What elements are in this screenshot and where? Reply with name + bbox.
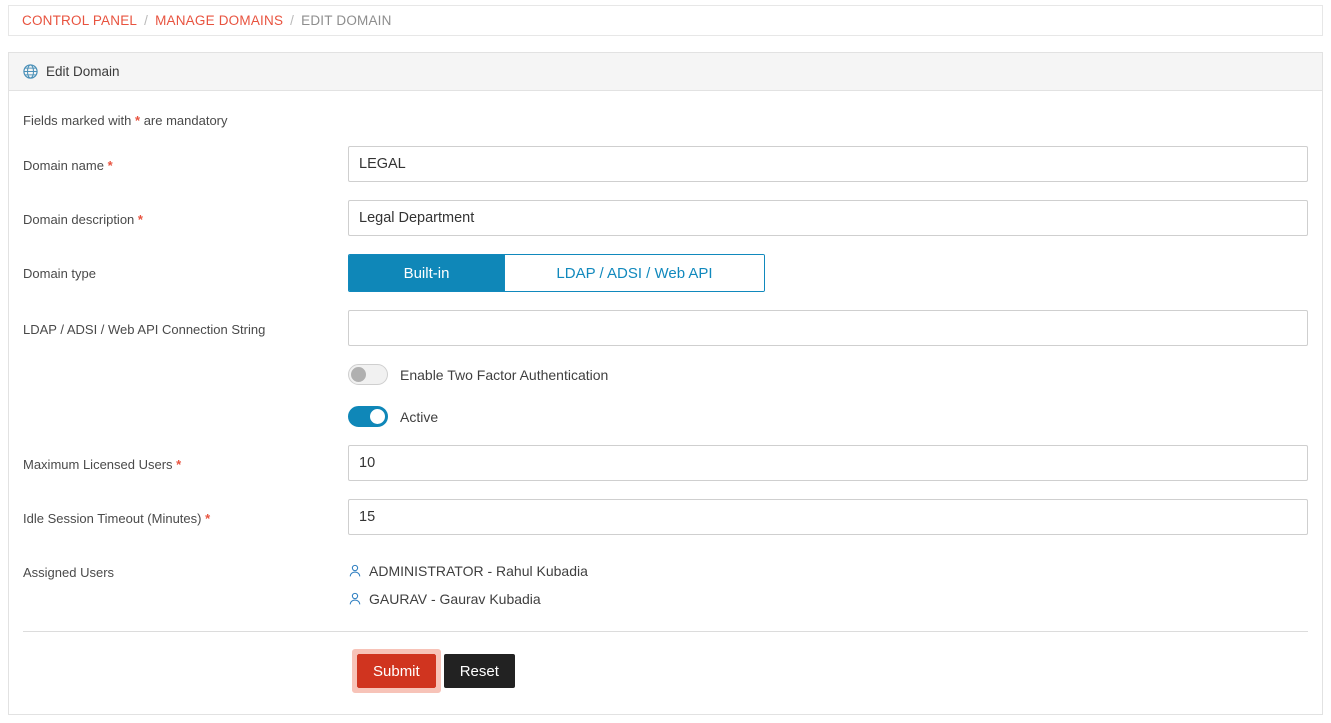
breadcrumb-separator: / xyxy=(290,13,294,28)
required-marker: * xyxy=(135,113,140,128)
domain-type-field-wrap: Built-in LDAP / ADSI / Web API xyxy=(348,254,1308,292)
required-marker: * xyxy=(138,212,143,227)
submit-button[interactable]: Submit xyxy=(357,654,436,688)
assigned-users-list: ADMINISTRATOR - Rahul Kubadia GAURAV - G… xyxy=(348,553,1308,613)
assigned-users-field-wrap: ADMINISTRATOR - Rahul Kubadia GAURAV - G… xyxy=(348,553,1308,613)
reset-button[interactable]: Reset xyxy=(444,654,515,688)
required-marker: * xyxy=(108,158,113,173)
assigned-user-name: GAURAV - Gaurav Kubadia xyxy=(369,591,541,607)
panel-title: Edit Domain xyxy=(46,64,120,79)
breadcrumb-separator: / xyxy=(144,13,148,28)
connection-string-input[interactable] xyxy=(348,310,1308,346)
active-toggle-label: Active xyxy=(400,409,438,425)
active-toggle[interactable] xyxy=(348,406,388,427)
active-toggle-row: Active xyxy=(348,406,1308,427)
assigned-users-label: Assigned Users xyxy=(23,553,348,582)
two-factor-toggle-row: Enable Two Factor Authentication xyxy=(348,364,1308,385)
idle-session-timeout-field-wrap xyxy=(348,499,1308,535)
toggle-knob xyxy=(370,409,385,424)
globe-icon xyxy=(23,64,38,79)
domain-name-label: Domain name * xyxy=(23,146,348,175)
max-licensed-users-label: Maximum Licensed Users * xyxy=(23,445,348,474)
mandatory-note-prefix: Fields marked with xyxy=(23,113,131,128)
required-marker: * xyxy=(205,511,210,526)
two-factor-toggle-label: Enable Two Factor Authentication xyxy=(400,367,608,383)
idle-session-timeout-label-text: Idle Session Timeout (Minutes) xyxy=(23,511,201,526)
form-actions: Submit Reset xyxy=(9,632,1322,693)
form-row-connection-string: LDAP / ADSI / Web API Connection String xyxy=(9,310,1322,346)
domain-type-segmented-control: Built-in LDAP / ADSI / Web API xyxy=(348,254,765,292)
domain-type-option-ldap[interactable]: LDAP / ADSI / Web API xyxy=(504,255,764,291)
list-item[interactable]: GAURAV - Gaurav Kubadia xyxy=(348,585,1308,613)
toggles-label-spacer xyxy=(23,364,348,375)
max-licensed-users-label-text: Maximum Licensed Users xyxy=(23,457,173,472)
max-licensed-users-field-wrap xyxy=(348,445,1308,481)
panel-body: Fields marked with * are mandatory Domai… xyxy=(9,91,1322,693)
form-row-domain-name: Domain name * xyxy=(9,146,1322,182)
mandatory-note-suffix: are mandatory xyxy=(144,113,228,128)
idle-session-timeout-label: Idle Session Timeout (Minutes) * xyxy=(23,499,348,528)
domain-description-input[interactable] xyxy=(348,200,1308,236)
required-marker: * xyxy=(176,457,181,472)
connection-string-field-wrap xyxy=(348,310,1308,346)
toggle-knob xyxy=(351,367,366,382)
mandatory-fields-note: Fields marked with * are mandatory xyxy=(9,91,1322,128)
breadcrumb-item-edit-domain: EDIT DOMAIN xyxy=(301,13,391,28)
domain-name-label-text: Domain name xyxy=(23,158,104,173)
form-row-assigned-users: Assigned Users ADMINISTRATOR - Rahul Kub… xyxy=(9,553,1322,613)
panel-header: Edit Domain xyxy=(9,53,1322,91)
form-row-max-licensed-users: Maximum Licensed Users * xyxy=(9,445,1322,481)
two-factor-toggle[interactable] xyxy=(348,364,388,385)
max-licensed-users-input[interactable] xyxy=(348,445,1308,481)
edit-domain-panel: Edit Domain Fields marked with * are man… xyxy=(8,52,1323,715)
user-icon xyxy=(348,592,362,606)
domain-type-option-built-in[interactable]: Built-in xyxy=(349,255,504,291)
list-item[interactable]: ADMINISTRATOR - Rahul Kubadia xyxy=(348,557,1308,585)
connection-string-label: LDAP / ADSI / Web API Connection String xyxy=(23,310,348,339)
breadcrumb: CONTROL PANEL / MANAGE DOMAINS / EDIT DO… xyxy=(8,5,1323,36)
domain-description-label-text: Domain description xyxy=(23,212,134,227)
idle-session-timeout-input[interactable] xyxy=(348,499,1308,535)
form-row-idle-session-timeout: Idle Session Timeout (Minutes) * xyxy=(9,499,1322,535)
form-row-toggles: Enable Two Factor Authentication Active xyxy=(9,364,1322,427)
domain-name-input[interactable] xyxy=(348,146,1308,182)
breadcrumb-item-control-panel[interactable]: CONTROL PANEL xyxy=(22,13,137,28)
form-row-domain-type: Domain type Built-in LDAP / ADSI / Web A… xyxy=(9,254,1322,292)
domain-type-label: Domain type xyxy=(23,254,348,283)
edit-domain-page: CONTROL PANEL / MANAGE DOMAINS / EDIT DO… xyxy=(0,0,1331,723)
domain-description-label: Domain description * xyxy=(23,200,348,229)
toggles-field-wrap: Enable Two Factor Authentication Active xyxy=(348,364,1308,427)
domain-name-field-wrap xyxy=(348,146,1308,182)
domain-description-field-wrap xyxy=(348,200,1308,236)
user-icon xyxy=(348,564,362,578)
form-row-domain-description: Domain description * xyxy=(9,200,1322,236)
assigned-user-name: ADMINISTRATOR - Rahul Kubadia xyxy=(369,563,588,579)
submit-button-focus-ring: Submit xyxy=(352,649,441,693)
breadcrumb-item-manage-domains[interactable]: MANAGE DOMAINS xyxy=(155,13,283,28)
